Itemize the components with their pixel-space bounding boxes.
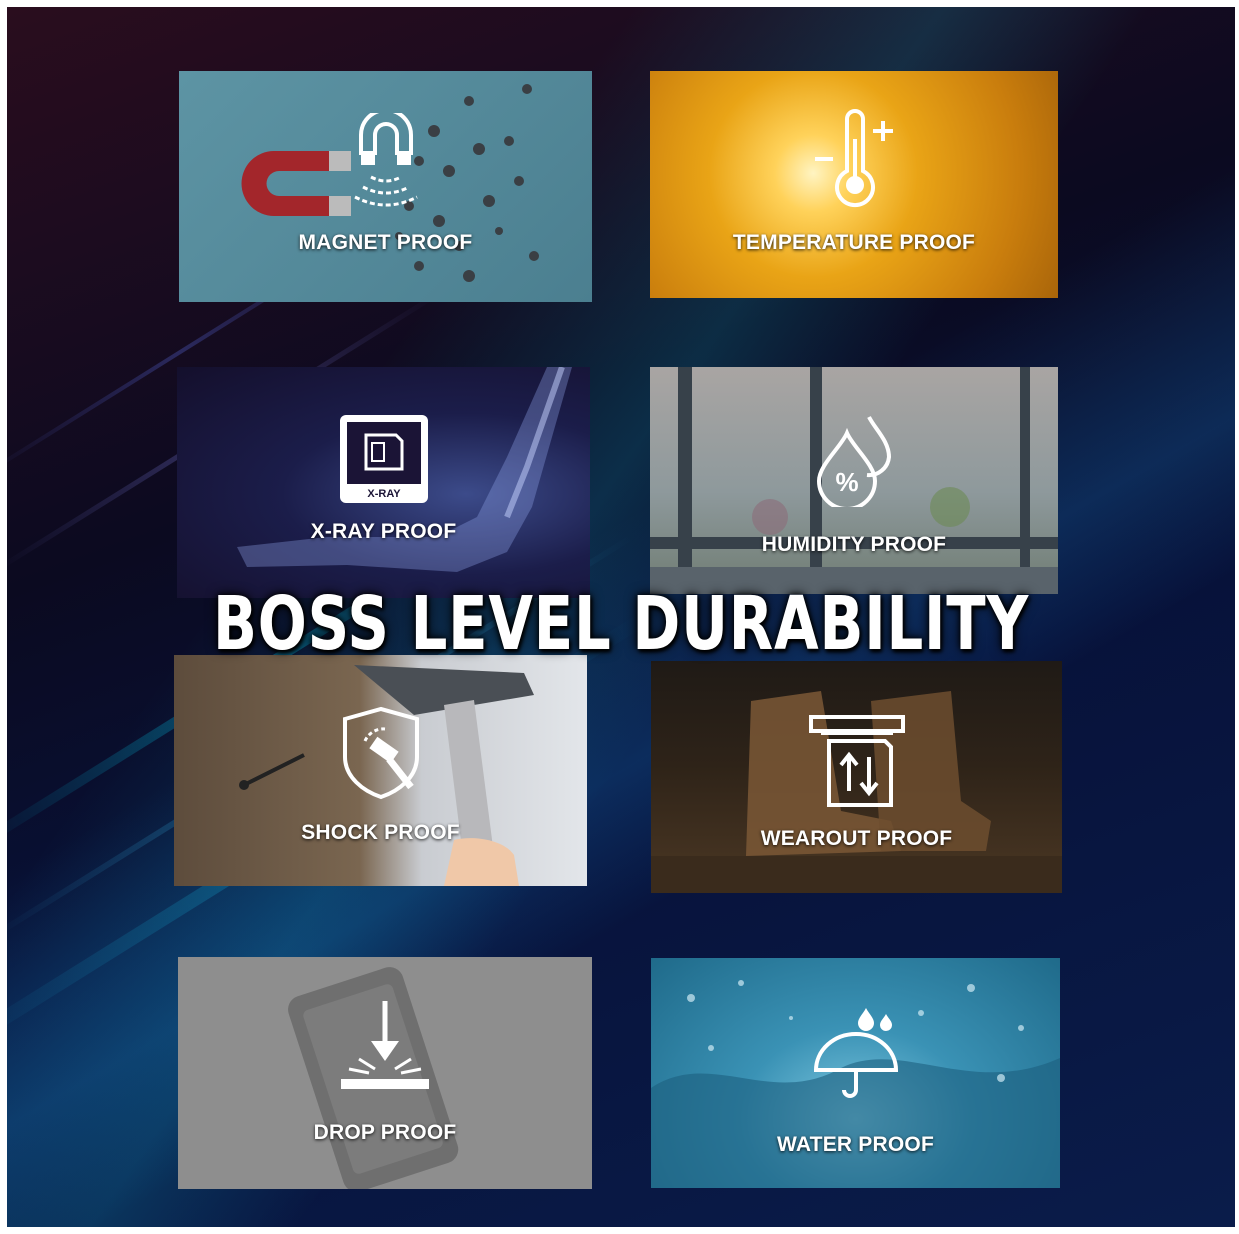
water-proof-tile: WATER PROOF (651, 958, 1060, 1188)
tile-label: SHOCK PROOF (301, 821, 460, 844)
humidity-proof-tile: % HUMIDITY PROOF (650, 367, 1058, 594)
magnet-proof-tile: MAGNET PROOF (179, 71, 592, 302)
magnet-icon (353, 113, 418, 207)
wearout-proof-tile: WEAROUT PROOF (651, 661, 1062, 893)
xray-proof-tile: X-RAY X-RAY PROOF (177, 367, 590, 598)
xray-icon-text: X-RAY (367, 488, 401, 500)
tile-label: TEMPERATURE PROOF (732, 231, 976, 254)
tile-label: X-RAY PROOF (310, 520, 457, 543)
thermometer-icon (815, 109, 893, 208)
humidity-icon-text: % (835, 467, 858, 497)
tile-label: HUMIDITY PROOF (761, 533, 947, 556)
durability-banner: MAGNET PROOF TEMPERATURE PROOF X-RAY X-R… (7, 7, 1235, 1227)
tile-label: MAGNET PROOF (298, 231, 473, 254)
tile-label: WATER PROOF (777, 1133, 934, 1156)
tile-label: WEAROUT PROOF (760, 827, 953, 850)
humidity-drops-icon: % (816, 416, 892, 507)
drop-proof-tile: DROP PROOF (178, 957, 592, 1189)
headline: BOSS LEVEL DURABILITY (212, 581, 1030, 667)
card-slot-icon (808, 715, 905, 807)
umbrella-rain-icon (813, 1008, 898, 1098)
shock-proof-tile: SHOCK PROOF (174, 655, 587, 886)
temperature-proof-tile: TEMPERATURE PROOF (650, 71, 1058, 298)
drop-arrow-icon (341, 1001, 429, 1089)
shield-hammer-icon (342, 706, 419, 800)
tile-label: DROP PROOF (313, 1121, 457, 1144)
xray-card-icon: X-RAY (339, 415, 428, 503)
